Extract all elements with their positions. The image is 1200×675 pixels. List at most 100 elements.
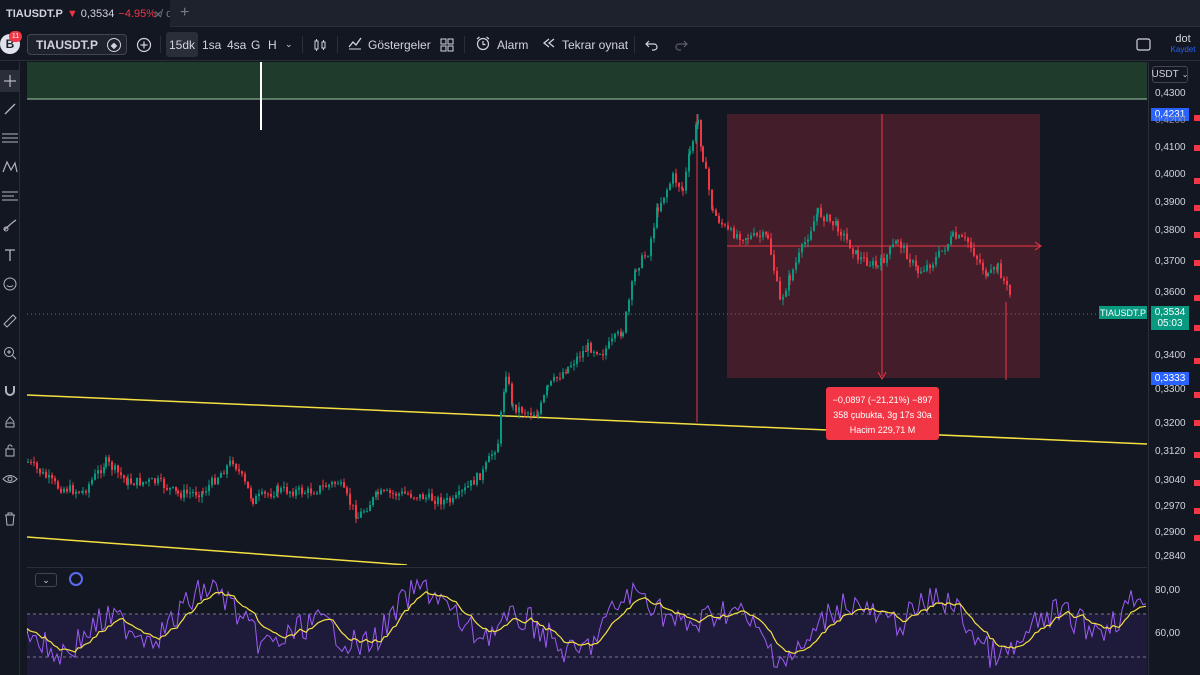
text-icon[interactable]: [0, 244, 20, 266]
ruler-icon[interactable]: [0, 310, 20, 332]
candle-body: [120, 472, 122, 476]
timeframe-4h[interactable]: 4sa: [227, 28, 246, 61]
price-range-band: [27, 62, 1147, 99]
candle-body: [801, 244, 803, 253]
price-axis[interactable]: USDT ⌄ 0,4300 0,4231 0,4200 0,4100 0,400…: [1148, 62, 1200, 675]
brush-icon[interactable]: [0, 214, 20, 236]
candle-body: [160, 478, 162, 480]
candle-body: [779, 281, 781, 300]
price-chart-canvas[interactable]: [27, 62, 1147, 565]
horizontal-lines-icon[interactable]: [0, 127, 20, 149]
candle-body: [929, 264, 931, 269]
candle-body: [136, 477, 138, 486]
oscillator-pane[interactable]: ⌄: [27, 567, 1147, 675]
square-icon[interactable]: [1136, 28, 1151, 61]
candlestick-icon[interactable]: [312, 28, 328, 61]
candle-body: [401, 491, 403, 494]
price-tick: 0,4100: [1155, 142, 1186, 153]
fib-icon[interactable]: [0, 185, 20, 207]
indicators-button[interactable]: Göstergeler: [347, 28, 431, 61]
candle-body: [363, 511, 365, 513]
timeframe-15m[interactable]: 15dk: [166, 32, 199, 57]
candle-body: [458, 491, 460, 495]
timeframe-1h[interactable]: 1sa: [202, 28, 221, 61]
eye-icon[interactable]: [0, 468, 20, 490]
pattern-icon[interactable]: [0, 156, 20, 178]
candle-body: [596, 351, 598, 355]
currency-selector[interactable]: USDT ⌄: [1152, 66, 1188, 83]
trendline-icon[interactable]: [0, 98, 20, 120]
candle-body: [235, 464, 237, 470]
candle-body: [383, 489, 385, 491]
alarm-button[interactable]: Alarm: [475, 28, 528, 61]
candle-body: [770, 238, 772, 255]
price-chart[interactable]: [27, 62, 1147, 565]
upper-trendline: [27, 394, 1147, 445]
save-button[interactable]: dot Kaydet: [1166, 33, 1200, 54]
timeframe-daily[interactable]: G: [251, 28, 260, 61]
candle-body: [685, 171, 687, 191]
plus-circle-icon[interactable]: [136, 28, 152, 61]
price-tick: 0,3800: [1155, 225, 1186, 236]
refresh-icon[interactable]: [69, 572, 83, 586]
candle-body: [515, 404, 517, 413]
alert-marker: [1194, 205, 1200, 211]
lock-icon[interactable]: [0, 439, 20, 461]
candle-body: [767, 234, 769, 239]
candle-body: [440, 497, 442, 505]
candle-body: [27, 461, 29, 463]
chevron-down-icon[interactable]: ⌄: [285, 28, 293, 61]
candle-body: [255, 496, 257, 505]
candle-body: [78, 491, 80, 493]
tab-close-icon[interactable]: ×: [154, 6, 162, 22]
candle-body: [467, 485, 469, 488]
candle-body: [292, 491, 294, 496]
candle-body: [559, 378, 561, 380]
candle-body: [416, 497, 418, 499]
candle-body: [987, 272, 989, 277]
new-tab-icon[interactable]: +: [180, 4, 189, 22]
candle-body: [982, 262, 984, 271]
undo-icon[interactable]: [645, 28, 659, 61]
grid-icon[interactable]: [440, 28, 454, 61]
candle-body: [852, 248, 854, 254]
browser-tab[interactable]: TIAUSDT.P ▼ 0,3534 −4.95% / do: [0, 0, 170, 27]
candle-body: [346, 487, 348, 494]
trash-icon[interactable]: [0, 508, 20, 530]
symbol-search[interactable]: TIAUSDT.P ◆: [27, 34, 127, 55]
candle-body: [91, 479, 93, 485]
candle-body: [935, 256, 937, 265]
candle-body: [355, 504, 357, 519]
emoji-icon[interactable]: [0, 273, 20, 295]
price-tick: 0,3120: [1155, 446, 1186, 457]
replay-button[interactable]: Tekrar oynat: [542, 28, 628, 61]
candle-body: [133, 483, 135, 486]
crosshair-icon[interactable]: [0, 70, 20, 92]
candle-body: [912, 260, 914, 263]
candle-body: [54, 478, 56, 482]
magnet-icon[interactable]: [0, 380, 20, 402]
lock-drawing-icon[interactable]: [0, 410, 20, 432]
candle-body: [804, 241, 806, 245]
candle-body: [688, 153, 690, 172]
candle-body: [470, 480, 472, 486]
timeframe-weekly[interactable]: H: [268, 28, 277, 61]
candle-body: [562, 372, 564, 379]
chevron-down-icon[interactable]: ⌄: [35, 573, 57, 587]
candle-body: [675, 173, 677, 183]
candle-body: [666, 189, 668, 198]
candle-body: [148, 479, 150, 482]
candle-body: [145, 481, 147, 483]
candle-body: [617, 331, 619, 334]
candle-body: [437, 497, 439, 505]
redo-icon[interactable]: [674, 28, 688, 61]
candle-body: [229, 460, 231, 466]
candle-body: [491, 454, 493, 456]
diamond-icon[interactable]: ◆: [107, 38, 121, 52]
zoom-icon[interactable]: [0, 342, 20, 364]
candle-body: [220, 473, 222, 478]
candle-body: [657, 207, 659, 212]
candle-body: [422, 494, 424, 500]
tab-change-arrow: ▼: [66, 7, 78, 20]
candle-body: [712, 209, 714, 211]
